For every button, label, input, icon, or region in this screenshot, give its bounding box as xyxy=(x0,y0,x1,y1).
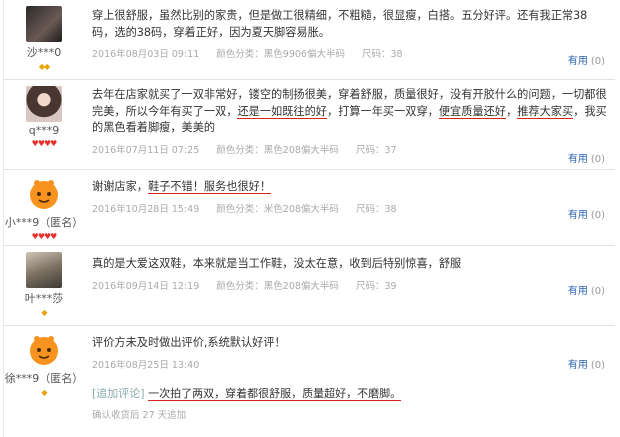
helpful-count: (0) xyxy=(590,360,605,371)
review-date: 2016年07月11日 07:25 xyxy=(92,144,200,156)
reviewer-name[interactable]: 小***9（匿名） xyxy=(4,214,84,230)
followup-text: 一次拍了两双，穿着都很舒服，质量超好，不磨脚。 xyxy=(148,386,402,401)
helpful-label[interactable]: 有用 xyxy=(568,154,588,165)
review-date: 2016年08月03日 09:11 xyxy=(92,49,200,60)
review-date: 2016年08月25日 13:40 xyxy=(92,359,200,371)
reviewer-info: 叶***莎 ◆ xyxy=(4,246,84,317)
helpful-button[interactable]: 有用 (0) xyxy=(568,356,605,371)
helpful-count: (0) xyxy=(590,286,605,297)
helpful-count: (0) xyxy=(590,154,605,165)
review-meta: 2016年10月28日 15:49 颜色分类：米色208偏大半码 尺码：38 xyxy=(92,201,607,215)
review-date: 2016年09月14日 12:19 xyxy=(92,280,200,292)
avatar[interactable] xyxy=(26,176,62,212)
avatar[interactable] xyxy=(26,6,62,42)
level-icon: ◆◆ xyxy=(38,62,50,71)
reviewer-info: 小***9（匿名） ♥♥♥♥ xyxy=(4,170,84,241)
avatar[interactable] xyxy=(26,252,62,288)
review-text-highlight: 推荐大家买 xyxy=(517,104,574,119)
review-sku: 颜色分类：黑色9906偏大半码 xyxy=(216,49,345,60)
review-text: 评价方未及时做出评价,系统默认好评！ xyxy=(92,336,286,349)
review-text-part: ，打算一年买一双穿， xyxy=(326,104,439,118)
review-size: 尺码：38 xyxy=(355,203,397,215)
level-icon: ♥♥♥♥ xyxy=(31,232,58,241)
helpful-label[interactable]: 有用 xyxy=(568,360,588,371)
helpful-count: (0) xyxy=(590,210,605,221)
review-text-part: 谢谢店家， xyxy=(92,180,148,193)
mascot-icon xyxy=(30,336,58,365)
reviewer-info: q***9 ♥♥♥♥ xyxy=(4,80,84,148)
reviewer-info: 沙***0 ◆◆ xyxy=(4,0,84,71)
review-text: 穿上很舒服，虽然比别的家贵，但是做工很精细，不粗糙，很显瘦，白搭。五分好评。还有… xyxy=(92,9,588,39)
review-meta: 2016年09月14日 12:19 颜色分类：黑色208偏大半码 尺码：39 xyxy=(92,278,607,292)
review-text: 谢谢店家，鞋子不错！服务也很好！ xyxy=(92,179,607,196)
review-item: 小***9（匿名） ♥♥♥♥ 谢谢店家，鞋子不错！服务也很好！ 2016年10月… xyxy=(3,170,615,246)
level-icon: ◆ xyxy=(41,308,47,317)
helpful-button[interactable]: 有用 (0) xyxy=(568,52,605,67)
review-size: 尺码：39 xyxy=(355,280,397,292)
followup-tag: [追加评论] xyxy=(92,386,145,400)
review-item: q***9 ♥♥♥♥ 去年在店家就买了一双非常好，镂空的制扬很美，穿着舒服，质量… xyxy=(3,80,615,170)
helpful-button[interactable]: 有用 (0) xyxy=(568,150,605,165)
avatar[interactable] xyxy=(26,86,62,122)
level-icon: ◆ xyxy=(41,388,47,397)
review-item: 叶***莎 ◆ 真的是大爱这双鞋，本来就是当工作鞋，没太在意，收到后特别惊喜，舒… xyxy=(3,246,615,326)
review-meta: 2016年08月03日 09:11 颜色分类：黑色9906偏大半码 尺码：38 xyxy=(92,46,607,60)
followup-review: [追加评论] 一次拍了两双，穿着都很舒服，质量超好，不磨脚。 xyxy=(92,385,607,401)
review-sku: 颜色分类：黑色208偏大半码 xyxy=(216,280,339,292)
helpful-label[interactable]: 有用 xyxy=(568,286,588,297)
helpful-button[interactable]: 有用 (0) xyxy=(568,282,605,297)
reviewer-name[interactable]: q***9 xyxy=(4,124,84,137)
review-item: 沙***0 ◆◆ 穿上很舒服，虽然比别的家贵，但是做工很精细，不粗糙，很显瘦，白… xyxy=(3,0,615,80)
helpful-label[interactable]: 有用 xyxy=(568,56,588,67)
review-meta: 2016年08月25日 13:40 xyxy=(92,357,607,371)
review-text-highlight: 便宜质量还好 xyxy=(438,104,506,119)
review-meta: 2016年07月11日 07:25 颜色分类：黑色208偏大半码 尺码：37 xyxy=(92,142,607,156)
review-text-highlight: 还是一如既往的好 xyxy=(237,104,327,119)
review-date: 2016年10月28日 15:49 xyxy=(92,203,200,215)
review-size: 尺码：38 xyxy=(362,49,403,60)
reviewer-info: 徐***9（匿名） ◆ xyxy=(4,326,84,397)
helpful-count: (0) xyxy=(590,56,605,67)
review-sku: 颜色分类：米色208偏大半码 xyxy=(216,203,339,215)
review-text: 真的是大爱这双鞋，本来就是当工作鞋，没太在意，收到后特别惊喜，舒服 xyxy=(92,257,462,270)
review-size: 尺码：37 xyxy=(355,144,397,156)
reviewer-name[interactable]: 沙***0 xyxy=(4,44,84,60)
reviewer-name[interactable]: 徐***9（匿名） xyxy=(4,370,84,386)
review-text-part: ， xyxy=(506,104,518,118)
review-text: 去年在店家就买了一双非常好，镂空的制扬很美，穿着舒服，质量很好，没有开胶什么的问… xyxy=(92,87,607,137)
followup-since: 确认收货后 27 天追加 xyxy=(92,409,187,421)
review-sku: 颜色分类：黑色208偏大半码 xyxy=(216,144,339,156)
reviewer-name[interactable]: 叶***莎 xyxy=(4,290,84,306)
mascot-icon xyxy=(30,180,58,209)
helpful-label[interactable]: 有用 xyxy=(568,210,588,221)
review-item: 徐***9（匿名） ◆ 评价方未及时做出评价,系统默认好评！ 2016年08月2… xyxy=(3,326,615,437)
helpful-button[interactable]: 有用 (0) xyxy=(568,206,605,221)
level-icon: ♥♥♥♥ xyxy=(31,139,58,148)
avatar[interactable] xyxy=(26,332,62,368)
review-text-highlight: 鞋子不错！服务也很好！ xyxy=(147,180,272,194)
